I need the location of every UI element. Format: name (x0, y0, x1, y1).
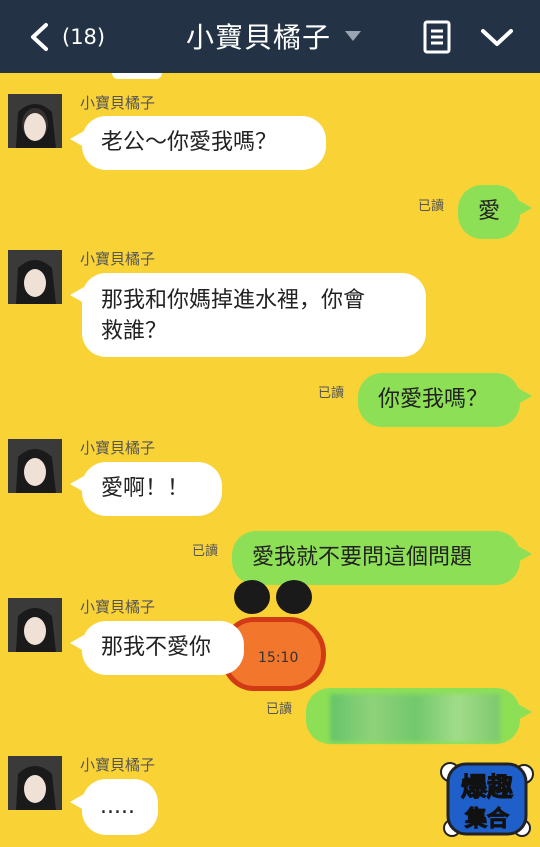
message-bubble-outgoing[interactable]: 愛 (458, 185, 520, 239)
bubble-tail (518, 200, 532, 216)
menu-list-icon[interactable] (422, 20, 452, 54)
message-text: 愛我就不要問這個問題 (252, 545, 473, 570)
message-bubble-incoming[interactable]: ..... (82, 779, 158, 835)
chat-title-button[interactable]: 小寶貝橘子 (186, 16, 362, 56)
message-bubble-outgoing[interactable]: 愛我就不要問這個問題 (232, 531, 520, 585)
collapse-chevron-icon[interactable] (480, 24, 514, 50)
unread-count: (18) (62, 25, 106, 49)
message-text: 老公～你愛我嗎？ (101, 130, 278, 155)
read-receipt: 已讀 (192, 544, 219, 559)
message-bubble-incoming[interactable]: 老公～你愛我嗎？ (82, 116, 326, 170)
sender-name: 小寶貝橘子 (80, 250, 156, 268)
chat-title: 小寶貝橘子 (186, 21, 332, 54)
avatar[interactable] (8, 94, 62, 148)
message-bubble-incoming[interactable]: 愛啊！！ (82, 462, 222, 516)
sticker-eye (234, 580, 270, 614)
title-dropdown-caret-icon (345, 31, 362, 41)
watermark-text-bottom: 集合 (464, 806, 510, 832)
message-text-line: 那我和你媽掉進水裡，你會 (101, 288, 366, 313)
sender-name: 小寶貝橘子 (80, 756, 156, 774)
watermark-logo: 爆趣 集合 (440, 762, 534, 837)
watermark-text-top: 爆趣 (461, 773, 513, 803)
bubble-tail (518, 704, 532, 720)
sender-name: 小寶貝橘子 (80, 439, 156, 457)
message-bubble-incoming[interactable]: 那我和你媽掉進水裡，你會 救誰？ (82, 273, 426, 357)
header-bar: (18) 小寶貝橘子 (0, 0, 540, 73)
message-text: 愛 (478, 199, 501, 224)
sticker-eye (276, 580, 312, 614)
bubble-tail (518, 546, 532, 562)
avatar[interactable] (8, 250, 62, 304)
message-text: ..... (100, 794, 135, 819)
avatar[interactable] (8, 439, 62, 493)
back-button[interactable]: (18) (26, 20, 116, 54)
sender-name: 小寶貝橘子 (80, 598, 156, 616)
message-text-line: 救誰？ (101, 319, 168, 344)
avatar[interactable] (8, 756, 62, 810)
read-receipt: 已讀 (266, 702, 293, 717)
message-text: 你愛我嗎？ (378, 387, 489, 412)
read-receipt: 已讀 (318, 386, 345, 401)
message-text: 那我不愛你 (101, 635, 212, 660)
message-bubble-incoming[interactable]: 那我不愛你 (82, 621, 244, 675)
read-receipt: 已讀 (418, 199, 445, 214)
message-bubble-outgoing[interactable]: 你愛我嗎？ (358, 373, 520, 427)
sender-name: 小寶貝橘子 (80, 94, 156, 112)
blurred-message-content (330, 694, 500, 742)
message-text: 愛啊！！ (101, 476, 190, 501)
bubble-tail (518, 388, 532, 404)
message-timestamp: 15:10 (258, 650, 299, 666)
avatar[interactable] (8, 598, 62, 652)
back-chevron-icon (31, 23, 48, 51)
previous-bubble-edge (112, 73, 162, 79)
